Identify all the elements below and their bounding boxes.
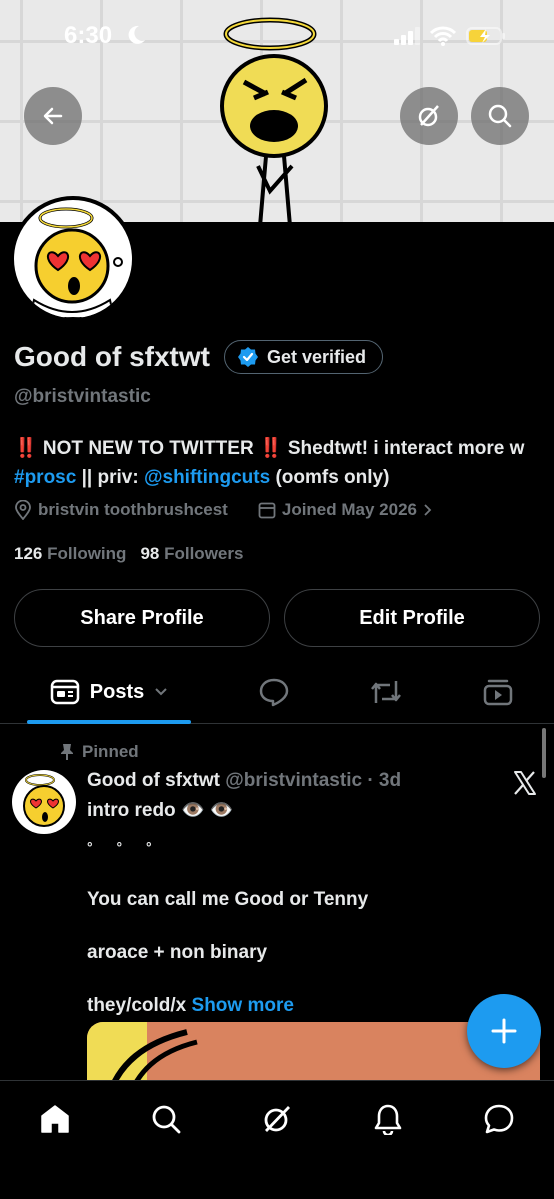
post-line-5: they/cold/x [87, 995, 187, 1016]
nav-messages[interactable] [469, 1097, 529, 1141]
status-bar: 6:30 [0, 18, 554, 58]
post-header: Good of sfxtwt @bristvintastic · 3d [87, 770, 401, 792]
verified-badge-icon [237, 347, 258, 367]
wifi-icon [430, 26, 456, 46]
battery-charging-icon [466, 27, 505, 45]
bio-text-1: ‼️ NOT NEW TO TWITTER ‼️ Shedtwt! i inte… [14, 438, 525, 459]
scrollbar[interactable] [542, 728, 546, 778]
tab-replies[interactable] [244, 662, 304, 722]
reposts-icon [371, 681, 401, 703]
compose-post-button[interactable] [467, 994, 541, 1068]
nav-grok[interactable] [247, 1097, 307, 1141]
post-avatar-illustration [23, 774, 65, 827]
chevron-down-icon [155, 688, 167, 696]
grok-icon [418, 105, 439, 127]
back-arrow-icon [43, 107, 63, 125]
posts-tab-icon [50, 679, 80, 705]
x-logo-icon [514, 771, 536, 795]
notifications-icon [374, 1104, 402, 1135]
profile-bio: ‼️ NOT NEW TO TWITTER ‼️ Shedtwt! i inte… [14, 434, 544, 492]
post-line-4: aroace + non binary [87, 942, 268, 963]
bottom-navigation [0, 1080, 554, 1199]
media-icon [483, 679, 513, 706]
plus-icon [491, 1018, 517, 1044]
status-icons [394, 26, 506, 46]
following-label: Following [47, 544, 127, 563]
post-line-2: ° ° ° [87, 839, 162, 855]
avatar-illustration [28, 207, 123, 318]
post-body: intro redo 👁️ 👁️ ° ° ° You can call me G… [87, 798, 537, 1046]
home-icon [41, 1105, 69, 1133]
search-icon [152, 1105, 181, 1134]
focus-moon-icon [128, 25, 145, 44]
get-verified-label: Get verified [266, 346, 367, 367]
tab-reposts[interactable] [356, 662, 416, 722]
tab-media[interactable] [468, 662, 528, 722]
profile-meta: bristvin toothbrushcest Joined May 2026 [14, 500, 433, 520]
following-link[interactable]: 126 Following [14, 544, 126, 564]
bio-mention-link[interactable]: @shiftingcuts [144, 467, 270, 488]
profile-avatar[interactable] [10, 196, 136, 322]
replies-icon [259, 678, 289, 707]
status-time: 6:30 [64, 22, 113, 49]
location-icon [15, 500, 31, 520]
post-author-name[interactable]: Good of sfxtwt [87, 770, 220, 791]
nav-explore[interactable] [136, 1097, 196, 1141]
post-line-1: intro redo 👁️ 👁️ [87, 800, 234, 821]
tab-posts[interactable]: Posts [27, 662, 191, 722]
post-author-avatar[interactable] [12, 770, 76, 834]
follow-stats: 126 Following 98 Followers [14, 544, 243, 564]
profile-joined-date[interactable]: Joined May 2026 [282, 500, 417, 520]
back-button[interactable] [24, 87, 82, 145]
nav-home[interactable] [25, 1097, 85, 1141]
search-button[interactable] [471, 87, 529, 145]
name-row: Good of sfxtwt Get verified [14, 340, 384, 374]
followers-link[interactable]: 98 Followers [140, 544, 243, 564]
profile-handle: @bristvintastic [14, 386, 151, 407]
share-profile-button[interactable]: Share Profile [14, 589, 270, 647]
calendar-icon [258, 502, 276, 519]
search-icon [488, 104, 512, 128]
bio-hashtag-link[interactable]: #prosc [14, 467, 76, 488]
chevron-right-icon [424, 504, 432, 516]
followers-label: Followers [164, 544, 244, 563]
display-name: Good of sfxtwt [14, 341, 210, 372]
cellular-signal-icon [394, 27, 420, 45]
nav-notifications[interactable] [358, 1097, 418, 1141]
pinned-indicator: Pinned [60, 742, 139, 762]
tab-posts-label: Posts [89, 680, 145, 703]
get-verified-button[interactable]: Get verified [223, 340, 384, 374]
followers-count: 98 [140, 544, 160, 563]
edit-profile-button[interactable]: Edit Profile [284, 589, 540, 647]
grok-icon [264, 1106, 291, 1132]
post-line-3: You can call me Good or Tenny [87, 889, 369, 910]
grok-button[interactable] [400, 87, 458, 145]
show-more-link[interactable]: Show more [192, 995, 294, 1016]
profile-tabs: Posts [0, 662, 554, 724]
following-count: 126 [14, 544, 43, 563]
bio-text-3: (oomfs only) [270, 467, 390, 488]
pinned-label: Pinned [82, 742, 139, 761]
messages-icon [484, 1104, 514, 1134]
active-tab-indicator [27, 720, 191, 724]
profile-location: bristvin toothbrushcest [38, 500, 228, 519]
post-meta: @bristvintastic · 3d [225, 770, 402, 791]
pin-icon [61, 744, 73, 760]
bio-text-2: || priv: [76, 467, 144, 488]
